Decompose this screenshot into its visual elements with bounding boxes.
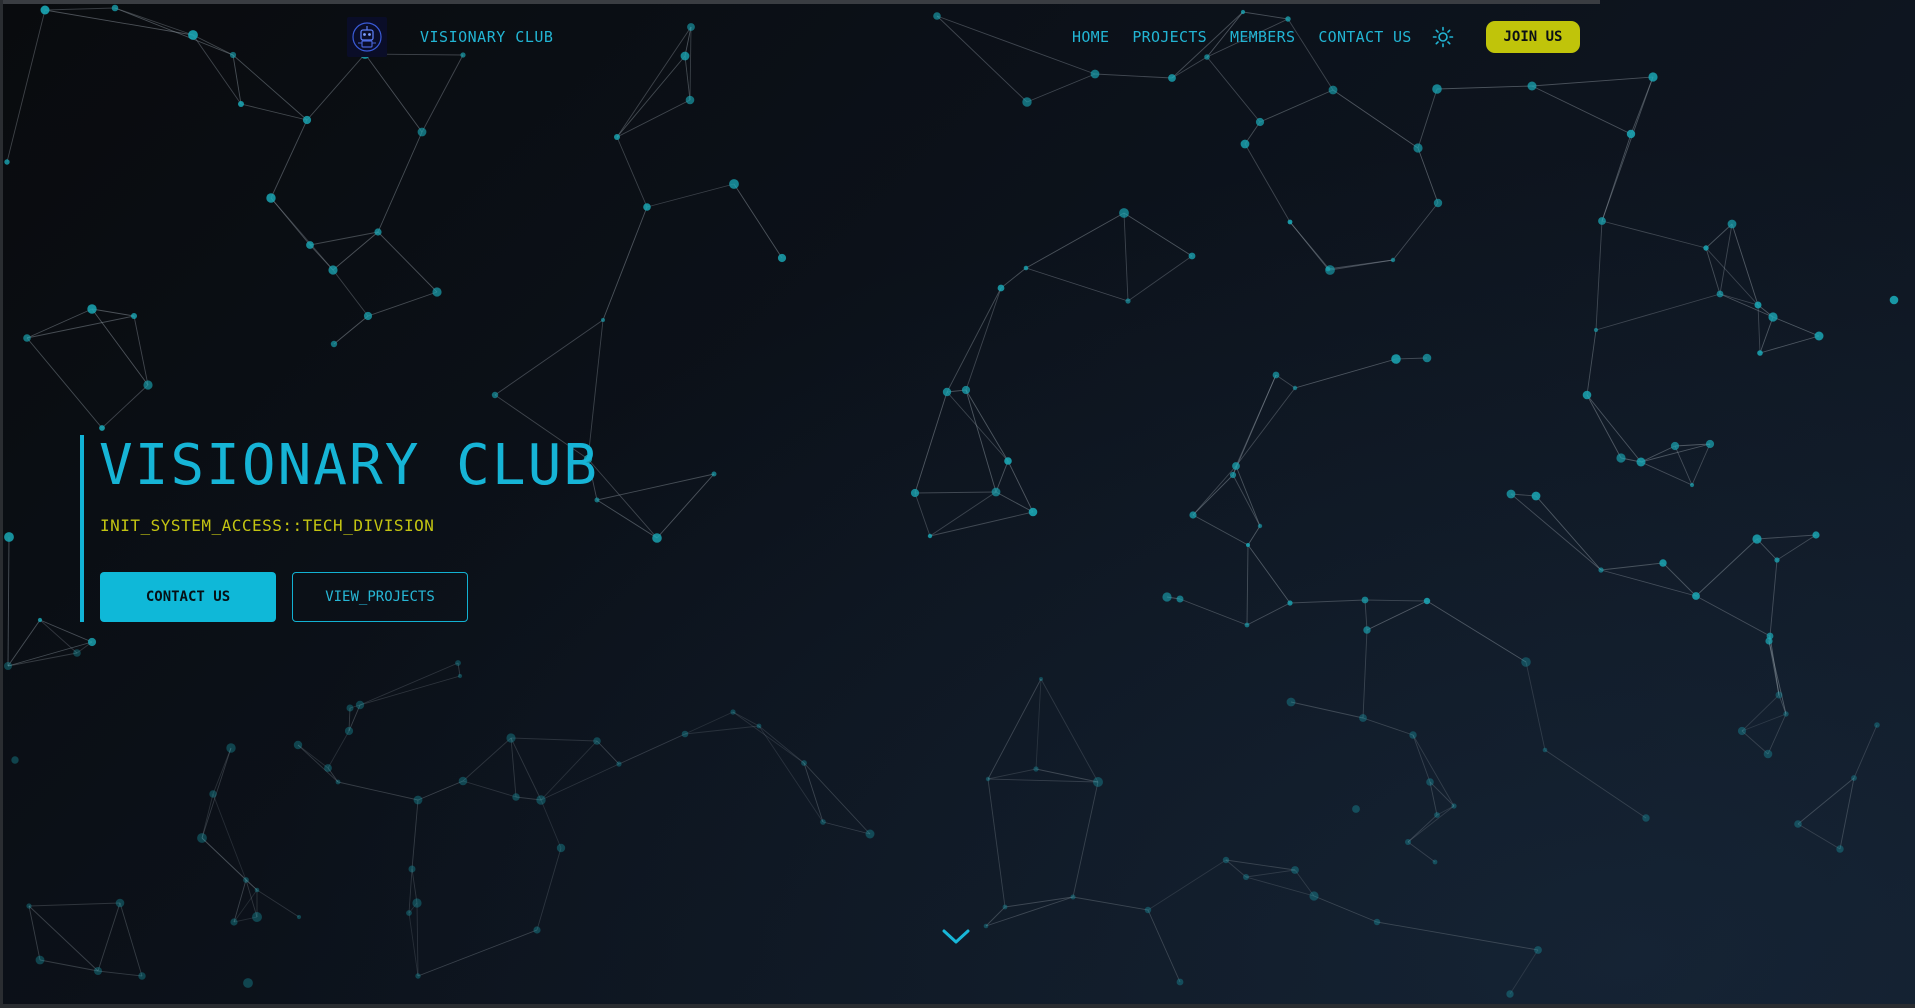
hero-title: VISIONARY CLUB [99, 433, 600, 498]
nav-link-contact-us[interactable]: CONTACT US [1318, 28, 1411, 46]
network-lines [6, 7, 1878, 995]
chevron-down-icon[interactable] [941, 926, 971, 948]
view-projects-button[interactable]: VIEW_PROJECTS [292, 572, 468, 622]
nav-link-members[interactable]: MEMBERS [1230, 28, 1295, 46]
join-us-button[interactable]: JOIN US [1486, 21, 1580, 53]
network-nodes [4, 4, 1899, 998]
navbar: VISIONARY CLUB HOME PROJECTS MEMBERS CON… [0, 0, 1915, 74]
particle-network-background [4, 4, 1899, 998]
window-bottom-border [0, 1004, 1915, 1008]
hero-accent-bar [80, 435, 84, 622]
robot-logo-icon[interactable] [347, 17, 387, 57]
nav-link-home[interactable]: HOME [1072, 28, 1109, 46]
hero-subtitle: INIT_SYSTEM_ACCESS::TECH_DIVISION [100, 516, 435, 535]
brand-name[interactable]: VISIONARY CLUB [420, 28, 553, 46]
nav-link-projects[interactable]: PROJECTS [1132, 28, 1207, 46]
contact-us-button[interactable]: CONTACT US [100, 572, 276, 622]
landing-page: VISIONARY CLUB HOME PROJECTS MEMBERS CON… [0, 0, 1915, 1008]
nav-links: HOME PROJECTS MEMBERS CONTACT US [1072, 28, 1435, 46]
sun-icon[interactable] [1432, 26, 1454, 48]
